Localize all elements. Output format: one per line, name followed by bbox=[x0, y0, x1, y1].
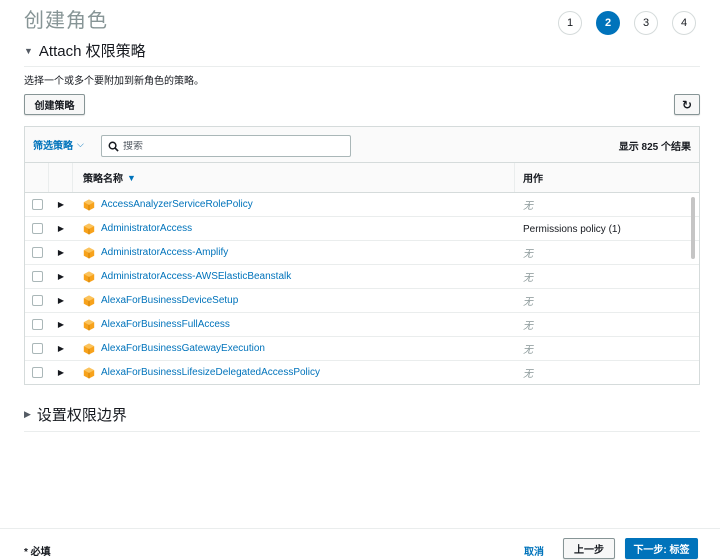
row-checkbox[interactable] bbox=[31, 343, 43, 354]
cancel-button[interactable]: 取消 bbox=[524, 543, 544, 558]
table-row: ▶ AccessAnalyzerServiceRolePolicy 无 bbox=[25, 193, 699, 217]
filter-policies-label: 筛选策略 bbox=[33, 141, 73, 152]
expand-caret-icon[interactable]: ▶ bbox=[49, 248, 73, 257]
attach-policies-title: Attach 权限策略 bbox=[38, 43, 146, 60]
expand-caret-icon[interactable]: ▶ bbox=[49, 200, 73, 209]
search-input[interactable] bbox=[123, 140, 333, 152]
previous-button[interactable]: 上一步 bbox=[563, 538, 615, 559]
policy-cube-icon bbox=[83, 199, 95, 210]
step-indicator: 1 2 3 4 bbox=[558, 11, 696, 35]
filter-policies-dropdown[interactable]: 筛选策略 ⌵ bbox=[33, 137, 84, 152]
row-checkbox[interactable] bbox=[31, 367, 43, 378]
policy-cube-icon bbox=[83, 367, 95, 378]
policy-usage: 无 bbox=[523, 321, 533, 332]
policy-usage: 无 bbox=[523, 273, 533, 284]
row-checkbox[interactable] bbox=[31, 247, 43, 258]
search-icon bbox=[108, 141, 119, 152]
page-title: 创建角色 bbox=[24, 10, 108, 32]
policy-usage: Permissions policy (1) bbox=[523, 223, 621, 235]
policy-cube-icon bbox=[83, 247, 95, 258]
step-3[interactable]: 3 bbox=[634, 11, 658, 35]
policy-usage: 无 bbox=[523, 345, 533, 356]
permissions-boundary-header[interactable]: ▶ 设置权限边界 bbox=[24, 404, 700, 432]
policy-name-link[interactable]: AlexaForBusinessFullAccess bbox=[101, 319, 230, 330]
sort-desc-icon: ▼ bbox=[127, 172, 136, 183]
wizard-footer: * 必填 取消 上一步 下一步: 标签 bbox=[0, 528, 720, 560]
policy-table: 筛选策略 ⌵ 显示 825 个结果 策略名称 ▼ 用作 ▶ AccessAnal… bbox=[24, 126, 700, 385]
policy-name-link[interactable]: AdministratorAccess-Amplify bbox=[101, 247, 228, 258]
expand-caret-icon[interactable]: ▶ bbox=[49, 296, 73, 305]
step-1[interactable]: 1 bbox=[558, 11, 582, 35]
next-tags-button[interactable]: 下一步: 标签 bbox=[625, 538, 698, 559]
search-box[interactable] bbox=[101, 135, 351, 157]
row-checkbox[interactable] bbox=[31, 223, 43, 234]
refresh-button[interactable]: ↻ bbox=[674, 94, 700, 115]
expand-caret-icon[interactable]: ▶ bbox=[49, 320, 73, 329]
caret-right-icon: ▶ bbox=[24, 409, 31, 419]
policy-name-link[interactable]: AdministratorAccess bbox=[101, 223, 192, 234]
policy-name-link[interactable]: AccessAnalyzerServiceRolePolicy bbox=[101, 199, 253, 210]
policy-usage: 无 bbox=[523, 249, 533, 260]
table-row: ▶ AdministratorAccess Permissions policy… bbox=[25, 217, 699, 241]
policy-name-link[interactable]: AlexaForBusinessGatewayExecution bbox=[101, 343, 265, 354]
policy-name-link[interactable]: AdministratorAccess-AWSElasticBeanstalk bbox=[101, 271, 291, 282]
expand-caret-icon[interactable]: ▶ bbox=[49, 368, 73, 377]
refresh-icon: ↻ bbox=[681, 97, 693, 112]
column-header-name-label: 策略名称 bbox=[83, 174, 123, 185]
table-row: ▶ AlexaForBusinessLifesizeDelegatedAcces… bbox=[25, 361, 699, 384]
policy-usage: 无 bbox=[523, 201, 533, 212]
column-header-usage: 用作 bbox=[523, 174, 543, 185]
header-checkbox-cell bbox=[25, 163, 49, 192]
table-row: ▶ AlexaForBusinessGatewayExecution 无 bbox=[25, 337, 699, 361]
expand-caret-icon[interactable]: ▶ bbox=[49, 344, 73, 353]
policy-cube-icon bbox=[83, 319, 95, 330]
attach-policies-header[interactable]: ▼ Attach 权限策略 bbox=[24, 40, 700, 67]
create-policy-button[interactable]: 创建策略 bbox=[24, 94, 85, 115]
row-checkbox[interactable] bbox=[31, 271, 43, 282]
table-row: ▶ AdministratorAccess-Amplify 无 bbox=[25, 241, 699, 265]
expand-caret-icon[interactable]: ▶ bbox=[49, 224, 73, 233]
required-note: * 必填 bbox=[24, 547, 51, 558]
table-row: ▶ AlexaForBusinessFullAccess 无 bbox=[25, 313, 699, 337]
table-row: ▶ AdministratorAccess-AWSElasticBeanstal… bbox=[25, 265, 699, 289]
policy-cube-icon bbox=[83, 295, 95, 306]
row-checkbox[interactable] bbox=[31, 199, 43, 210]
policy-usage: 无 bbox=[523, 369, 533, 380]
policy-name-link[interactable]: AlexaForBusinessDeviceSetup bbox=[101, 295, 238, 306]
table-scrollbar[interactable] bbox=[691, 197, 695, 259]
chevron-down-icon: ⌵ bbox=[77, 139, 84, 149]
caret-down-icon: ▼ bbox=[24, 45, 33, 56]
result-count: 显示 825 个结果 bbox=[618, 142, 691, 153]
step-2[interactable]: 2 bbox=[596, 11, 620, 35]
row-checkbox[interactable] bbox=[31, 295, 43, 306]
policy-cube-icon bbox=[83, 271, 95, 282]
policy-cube-icon bbox=[83, 343, 95, 354]
row-checkbox[interactable] bbox=[31, 319, 43, 330]
permissions-boundary-title: 设置权限边界 bbox=[36, 407, 127, 424]
header-expand-cell bbox=[49, 163, 73, 192]
table-toolbar: 筛选策略 ⌵ 显示 825 个结果 bbox=[25, 127, 699, 163]
policy-usage: 无 bbox=[523, 297, 533, 308]
table-row: ▶ AlexaForBusinessDeviceSetup 无 bbox=[25, 289, 699, 313]
expand-caret-icon[interactable]: ▶ bbox=[49, 272, 73, 281]
table-header: 策略名称 ▼ 用作 bbox=[25, 163, 699, 193]
column-header-name[interactable]: 策略名称 ▼ bbox=[73, 163, 515, 192]
step-4[interactable]: 4 bbox=[672, 11, 696, 35]
policy-name-link[interactable]: AlexaForBusinessLifesizeDelegatedAccessP… bbox=[101, 367, 320, 378]
attach-policies-description: 选择一个或多个要附加到新角色的策略。 bbox=[24, 76, 204, 87]
policy-cube-icon bbox=[83, 223, 95, 234]
table-body: ▶ AccessAnalyzerServiceRolePolicy 无 ▶ Ad… bbox=[25, 193, 699, 384]
